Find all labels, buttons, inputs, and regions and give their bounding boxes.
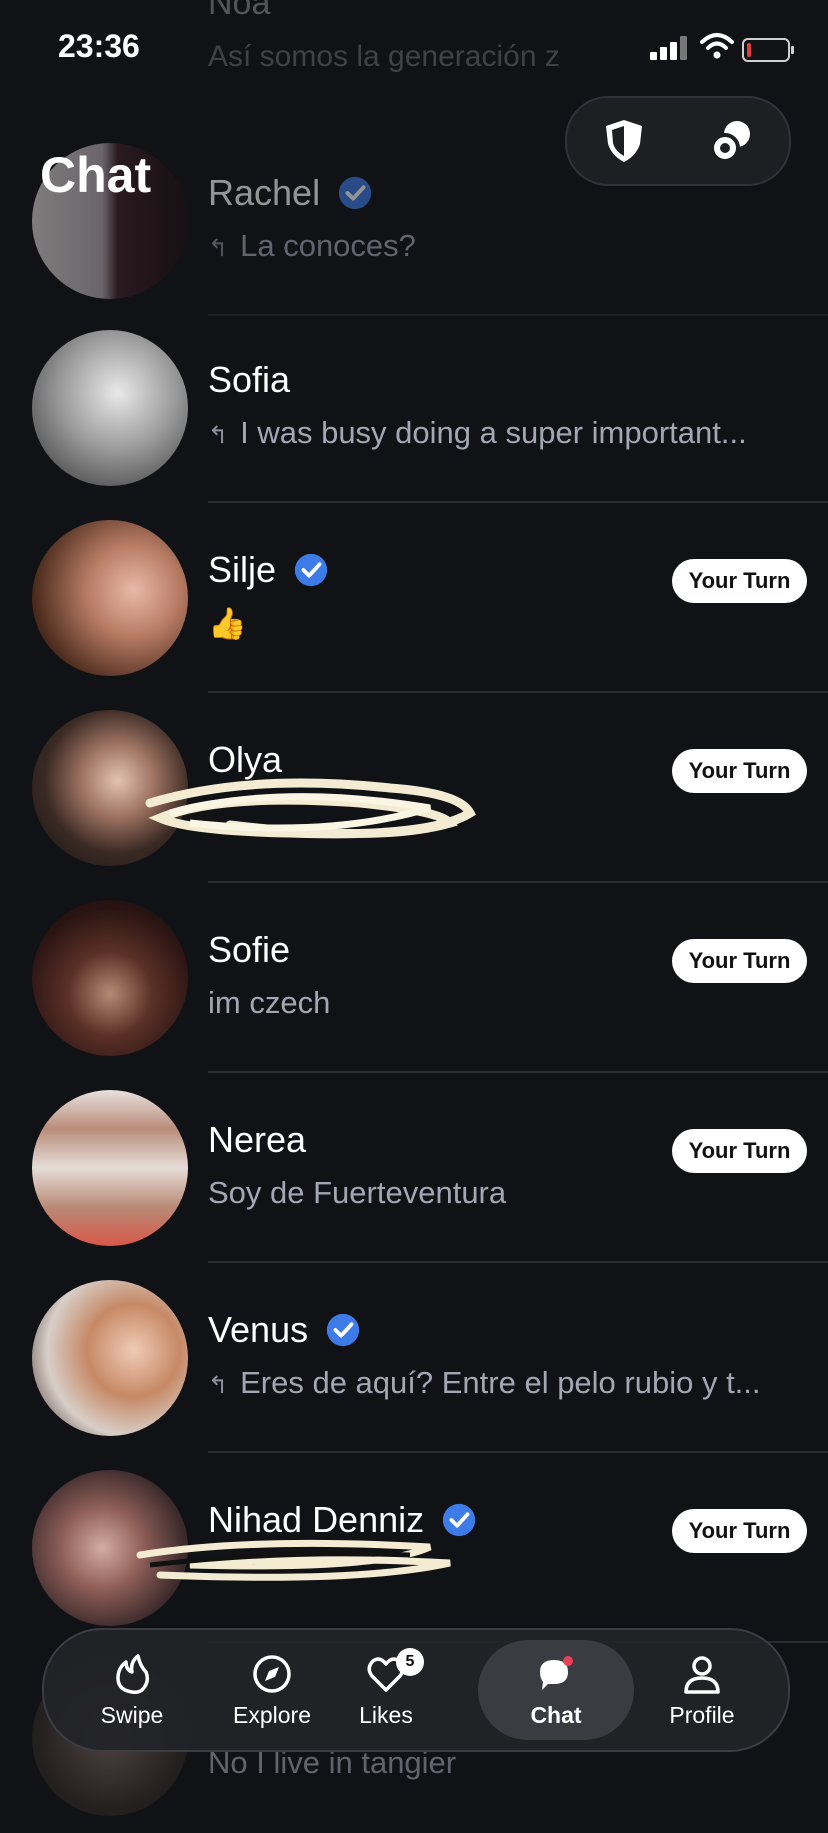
battery-icon [742,38,794,62]
status-bar: 23:36 [0,0,828,100]
verified-badge-icon [294,553,328,587]
chat-preview: La conoces? [240,228,416,263]
verified-badge-icon [326,1313,360,1347]
chat-preview: Eres de aquí? Entre el pelo rubio y t... [240,1365,761,1400]
cellular-signal-icon [650,36,690,60]
chat-name: Venus [208,1309,309,1350]
chat-row-silje[interactable]: Silje 👍 Your Turn [0,503,828,693]
redacted-scribble [145,778,476,839]
chat-name: Rachel [208,172,321,213]
chat-name: Sofia [208,359,291,400]
reply-arrow-icon: ↰ [208,1372,229,1399]
chat-preview: Soy de Fuerteventura [208,1175,507,1210]
redacted-scribble [136,1539,451,1581]
reply-arrow-icon: ↰ [208,235,229,262]
wifi-icon [700,33,734,59]
your-turn-badge: Your Turn [672,939,807,983]
chat-row-venus[interactable]: Venus ↰ Eres de aquí? Entre el pelo rubio… [0,1263,828,1453]
verified-badge-icon [338,176,372,210]
status-time: 23:36 [58,28,140,64]
your-turn-badge: Your Turn [672,559,807,603]
person-icon [684,1656,720,1694]
avatar [32,330,188,486]
safety-shield-icon[interactable] [599,116,649,166]
page-title: Chat [40,146,152,203]
nav-likes-label: Likes [359,1702,413,1728]
nav-profile-label: Profile [669,1702,735,1728]
chat-row-nerea[interactable]: Nerea Soy de Fuerteventura Your Turn [0,1073,828,1263]
nav-profile[interactable]: Profile [632,1630,772,1750]
nav-chat[interactable]: Chat [478,1640,634,1740]
chat-preview: 👍 [208,606,247,641]
chat-row-sofie[interactable]: Sofie im czech Your Turn [0,883,828,1073]
chat-row-sofia[interactable]: Sofia ↰ I was busy doing a super importan… [0,313,828,503]
header-actions [565,96,791,186]
reply-arrow-icon: ↰ [208,422,229,449]
chat-bubble-icon [540,1656,573,1690]
chat-row-olya[interactable]: Olya Your Turn [0,693,828,883]
avatar [32,1090,188,1246]
nav-likes[interactable]: 5 Likes [316,1630,456,1750]
your-turn-badge: Your Turn [672,1509,807,1553]
chat-name: Silje [208,549,277,590]
chat-row-nihad-denniz[interactable]: Nihad Denniz Your Turn [0,1453,828,1643]
chat-name: Nerea [208,1119,307,1160]
chat-name: Sofie [208,929,291,970]
nav-chat-label: Chat [530,1702,582,1728]
bottom-nav: Swipe Explore 5 Likes Chat Profile [42,1628,790,1752]
nav-swipe-label: Swipe [100,1702,164,1728]
flame-icon [116,1654,150,1694]
filter-people-icon[interactable] [707,116,757,166]
avatar [32,900,188,1056]
your-turn-badge: Your Turn [672,1129,807,1173]
compass-icon [253,1655,291,1693]
chat-preview: im czech [208,985,331,1020]
your-turn-badge: Your Turn [672,749,807,793]
avatar [32,520,188,676]
avatar [32,1280,188,1436]
nav-swipe[interactable]: Swipe [62,1630,202,1750]
likes-count-badge: 5 [396,1648,424,1676]
chat-preview: I was busy doing a super important... [240,415,747,450]
